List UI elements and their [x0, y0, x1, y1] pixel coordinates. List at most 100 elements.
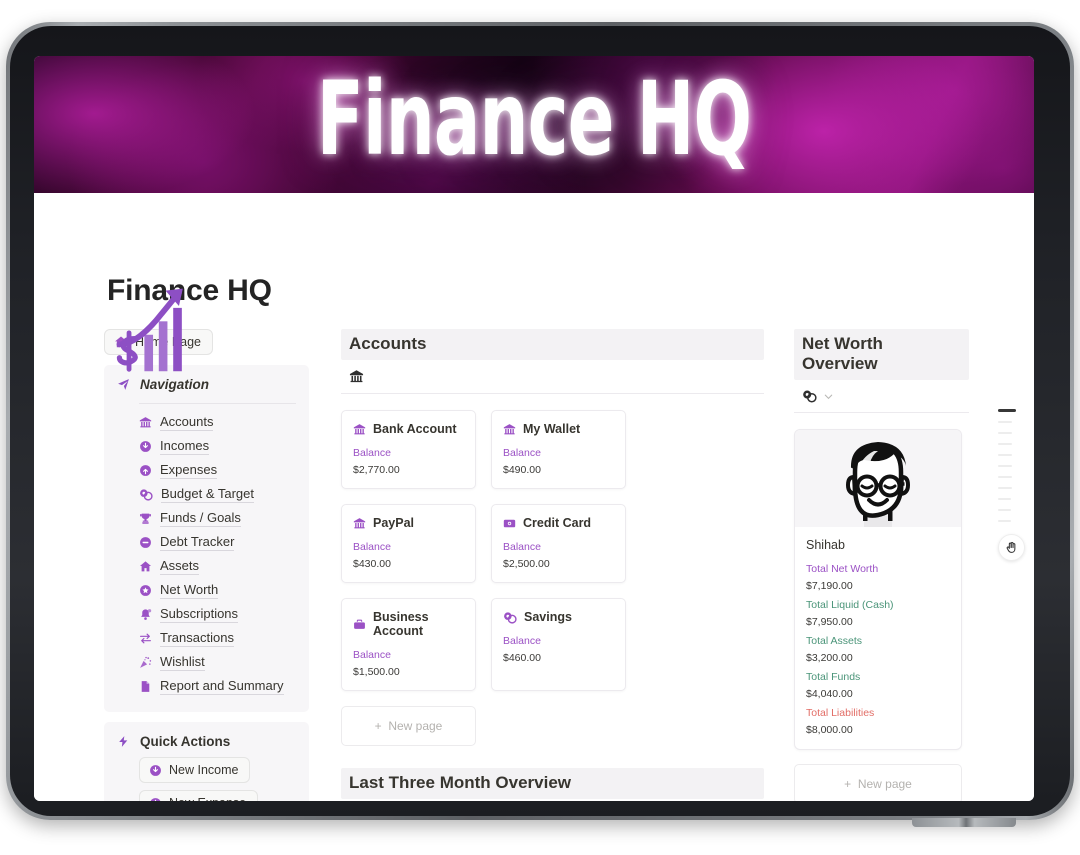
accounts-database-title-bar: Accounts — [341, 329, 764, 360]
new-expense-button[interactable]: New Expanse — [139, 790, 259, 801]
toc-mark[interactable] — [998, 431, 1012, 434]
sidebar-item-label: Budget & Target — [161, 485, 254, 503]
account-card[interactable]: Bank Account Balance $2,770.00 — [341, 410, 476, 489]
table-of-contents-scroll-marks[interactable] — [998, 409, 1020, 531]
account-card[interactable]: Savings Balance $460.00 — [491, 598, 626, 691]
page-columns: Home Page Navigation Accounts Incomes Ex… — [104, 329, 984, 801]
accounts-view-row[interactable] — [341, 360, 764, 394]
chevron-down-icon[interactable] — [823, 391, 834, 402]
sidebar-item-transactions[interactable]: Transactions — [139, 626, 296, 650]
main-column: Accounts Bank Account Balance $2,770.00 … — [309, 329, 764, 801]
document-icon — [139, 680, 152, 693]
total-liquid-cash-label: Total Liquid (Cash) — [806, 599, 894, 611]
bank-icon — [139, 416, 152, 429]
sidebar-item-incomes[interactable]: Incomes — [139, 434, 296, 458]
account-card-title-row: Business Account — [353, 610, 464, 638]
sidebar-item-assets[interactable]: Assets — [139, 554, 296, 578]
sidebar-item-label: Transactions — [160, 629, 234, 647]
toc-mark[interactable] — [998, 442, 1012, 445]
bank-icon — [503, 423, 516, 436]
new-income-button[interactable]: New Income — [139, 757, 251, 783]
navigation-heading: Navigation — [140, 377, 210, 392]
account-card-title-row: Savings — [503, 610, 614, 624]
trophy-icon — [139, 512, 152, 525]
toc-mark[interactable] — [998, 486, 1012, 489]
paper-plane-icon — [117, 378, 130, 391]
balance-label: Balance — [503, 447, 541, 459]
sidebar-item-budget-target[interactable]: Budget & Target — [139, 482, 296, 506]
quick-actions-heading: Quick Actions — [140, 734, 231, 749]
sidebar-item-label: Incomes — [160, 437, 210, 455]
sidebar-item-label: Accounts — [160, 413, 214, 431]
avatar — [795, 430, 961, 527]
balance-label: Balance — [353, 541, 391, 553]
net-worth-database-title-bar: Net Worth Overview — [794, 329, 969, 380]
person-name: Shihab — [806, 538, 845, 552]
toc-mark[interactable] — [998, 464, 1012, 467]
account-card[interactable]: Business Account Balance $1,500.00 — [341, 598, 476, 691]
quick-actions-callout: Quick Actions New Income — [104, 722, 309, 801]
sidebar-item-wishlist[interactable]: Wishlist — [139, 650, 296, 674]
account-name: Business Account — [373, 610, 429, 638]
tablet-screen: Finance HQ Finance HQ Home Page Navigati… — [34, 56, 1034, 801]
sidebar-item-accounts[interactable]: Accounts — [139, 410, 296, 434]
arrow-down-circle-icon — [139, 440, 152, 453]
plus-icon: + — [844, 777, 858, 791]
sidebar-item-debt-tracker[interactable]: Debt Tracker — [139, 530, 296, 554]
transfer-arrows-icon — [139, 632, 152, 645]
accounts-card-grid: Bank Account Balance $2,770.00 My Wallet — [341, 394, 764, 746]
sidebar-item-label: Report and Summary — [160, 677, 284, 695]
toc-mark[interactable] — [998, 453, 1012, 456]
balance-value: $1,500.00 — [353, 666, 400, 678]
toc-mark[interactable] — [998, 508, 1011, 511]
net-worth-card[interactable]: Shihab Total Net Worth $7,190.00 Total L… — [794, 429, 962, 750]
account-card-title-row: My Wallet — [503, 422, 614, 436]
arrow-down-circle-icon — [149, 797, 162, 801]
total-liabilities-value: $8,000.00 — [806, 724, 853, 736]
account-card[interactable]: My Wallet Balance $490.00 — [491, 410, 626, 489]
total-net-worth-value: $7,190.00 — [806, 580, 853, 592]
toc-mark[interactable] — [998, 497, 1011, 500]
balance-label: Balance — [353, 447, 391, 459]
total-assets-value: $3,200.00 — [806, 652, 853, 664]
sidebar-item-funds-goals[interactable]: Funds / Goals — [139, 506, 296, 530]
account-card-title-row: Credit Card — [503, 516, 614, 530]
arrow-up-circle-icon — [139, 464, 152, 477]
cursor-pointer-icon[interactable] — [998, 534, 1025, 561]
months-view-row[interactable] — [341, 799, 764, 801]
bank-icon — [353, 517, 366, 530]
account-card[interactable]: Credit Card Balance $2,500.00 — [491, 504, 626, 583]
quick-actions-buttons: New Income New Expanse — [117, 757, 296, 801]
house-icon — [139, 560, 152, 573]
sidebar-item-report-and-summary[interactable]: Report and Summary — [139, 674, 296, 698]
sidebar-item-label: Funds / Goals — [160, 509, 241, 527]
account-card-title-row: Bank Account — [353, 422, 464, 436]
total-funds-value: $4,040.00 — [806, 688, 853, 700]
sidebar-item-net-worth[interactable]: Net Worth — [139, 578, 296, 602]
account-name: My Wallet — [523, 422, 581, 436]
months-database-title-bar: Last Three Month Overview — [341, 768, 764, 799]
banknote-icon — [503, 517, 516, 530]
balance-value: $2,770.00 — [353, 464, 400, 476]
net-worth-view-row[interactable] — [794, 380, 969, 413]
toc-mark[interactable] — [998, 409, 1016, 412]
toc-mark[interactable] — [998, 420, 1012, 423]
account-name: Credit Card — [523, 516, 592, 530]
growth-chart-dollar-icon[interactable] — [106, 281, 202, 377]
accounts-new-page-button[interactable]: + New page — [341, 706, 476, 746]
net-worth-card-body: Shihab Total Net Worth $7,190.00 Total L… — [795, 527, 961, 749]
sidebar-item-subscriptions[interactable]: Subscriptions — [139, 602, 296, 626]
navigation-list: Accounts Incomes Expenses Budget & Targe… — [117, 410, 296, 698]
sidebar-item-expenses[interactable]: Expenses — [139, 458, 296, 482]
toc-mark[interactable] — [998, 475, 1012, 478]
net-worth-new-page-button[interactable]: + New page — [794, 764, 962, 801]
quick-actions-heading-row: Quick Actions — [117, 734, 296, 749]
confetti-icon — [139, 656, 152, 669]
bank-icon — [349, 369, 364, 384]
account-card[interactable]: PayPal Balance $430.00 — [341, 504, 476, 583]
new-expense-button-label: New Expanse — [169, 796, 246, 801]
toc-mark[interactable] — [998, 519, 1011, 522]
total-net-worth-label: Total Net Worth — [806, 563, 879, 575]
net-worth-column: Net Worth Overview Shihab Total Net Wort… — [764, 329, 969, 801]
sidebar-item-label: Subscriptions — [160, 605, 239, 623]
